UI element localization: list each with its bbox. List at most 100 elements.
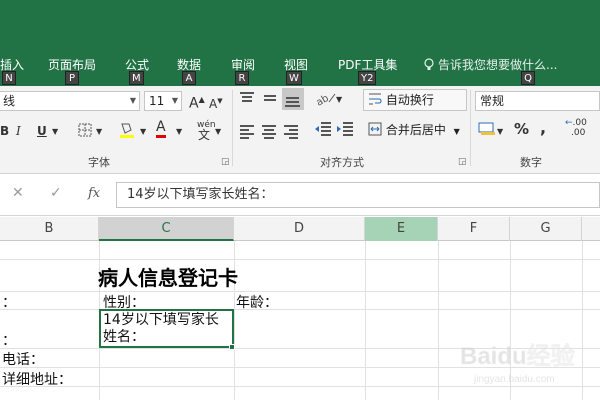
paint-bucket-icon bbox=[120, 123, 134, 138]
chevron-down-icon: ▼ bbox=[129, 96, 136, 105]
align-bottom-button[interactable] bbox=[282, 88, 304, 110]
merge-center-label: 合并后居中 bbox=[385, 123, 446, 137]
watermark-sub: jingyan.baidu.com bbox=[473, 374, 555, 385]
cell-b-row3[interactable]: ： bbox=[2, 330, 16, 350]
keytip-formulas: M bbox=[129, 71, 144, 85]
accounting-format-button[interactable] bbox=[478, 120, 496, 141]
wrap-text-button[interactable]: 自动换行 bbox=[363, 89, 467, 111]
watermark-text: Baidu经验 bbox=[460, 342, 575, 370]
ribbon: 线 ▼ 11 ▼ A▲ A▼ B I U ▼ ▼ ▼ A ▼ wén 文 ▼ 字… bbox=[0, 86, 600, 174]
tell-me-text: 告诉我您想要做什么... bbox=[438, 58, 558, 72]
grid-line bbox=[0, 259, 600, 260]
align-right-button[interactable] bbox=[284, 125, 300, 139]
align-left-button[interactable] bbox=[240, 125, 256, 139]
tell-me-search[interactable]: 告诉我您想要做什么... bbox=[424, 56, 600, 73]
font-name-value: 线 bbox=[3, 94, 16, 108]
chevron-down-icon[interactable]: ▼ bbox=[497, 123, 503, 141]
baidu-watermark: Baidu经验 jingyan.baidu.com bbox=[460, 330, 590, 390]
ribbon-separator bbox=[470, 90, 471, 166]
percent-style-button[interactable]: % bbox=[514, 120, 529, 138]
grid-line bbox=[438, 241, 439, 400]
active-cell-text: 14岁以下填写家长姓名： bbox=[103, 312, 219, 345]
border-icon bbox=[78, 123, 92, 137]
font-size-dropdown[interactable]: 11 ▼ bbox=[144, 91, 182, 111]
alignment-group-label: 对齐方式 bbox=[320, 156, 364, 169]
formula-input[interactable]: 14岁以下填写家长姓名： bbox=[116, 182, 600, 208]
number-format-value: 常规 bbox=[480, 94, 505, 108]
lightbulb-icon bbox=[424, 58, 434, 70]
increase-indent-button[interactable] bbox=[336, 121, 354, 142]
align-center-button[interactable] bbox=[262, 125, 278, 139]
font-dialog-launcher-icon[interactable]: ◲ bbox=[221, 157, 230, 167]
title-bar bbox=[0, 0, 600, 50]
wrap-text-icon bbox=[369, 93, 382, 105]
keytip-view: W bbox=[286, 71, 302, 85]
merge-cells-icon bbox=[368, 122, 382, 136]
grid-line bbox=[365, 241, 366, 400]
keytip-insert: N bbox=[2, 71, 16, 85]
underline-button[interactable]: U bbox=[37, 122, 47, 140]
column-headers: B C D E F G bbox=[0, 217, 600, 241]
align-middle-button[interactable] bbox=[262, 92, 278, 106]
keytip-tell-me: Q bbox=[521, 71, 535, 85]
column-header-f[interactable]: F bbox=[438, 217, 510, 241]
comma-style-button[interactable]: , bbox=[540, 119, 546, 137]
sheet-title[interactable]: 病人信息登记卡 bbox=[98, 262, 238, 291]
borders-button[interactable] bbox=[78, 123, 92, 142]
chevron-down-icon: ▼ bbox=[453, 127, 460, 136]
chevron-down-icon[interactable]: ▼ bbox=[176, 123, 182, 141]
currency-icon bbox=[478, 122, 495, 135]
formula-bar: ✕ ✓ fx 14岁以下填写家长姓名： bbox=[0, 174, 600, 216]
baidu-paw-logo: Baidu经验 jingyan.baidu.com bbox=[460, 342, 575, 385]
phonetic-guide-glyph: 文 bbox=[198, 128, 211, 142]
column-header-e[interactable]: E bbox=[365, 217, 438, 241]
font-name-dropdown[interactable]: 线 ▼ bbox=[0, 91, 140, 111]
column-header-d[interactable]: D bbox=[234, 217, 365, 241]
number-group-label: 数字 bbox=[520, 156, 542, 169]
enter-icon[interactable]: ✓ bbox=[50, 185, 62, 201]
formula-controls: ✕ ✓ fx bbox=[0, 182, 112, 208]
shrink-font-button[interactable]: A▼ bbox=[209, 92, 223, 113]
keytip-data: A bbox=[182, 71, 196, 85]
wrap-text-label: 自动换行 bbox=[385, 93, 434, 107]
keytip-pdf-tools: Y2 bbox=[358, 71, 377, 85]
keytip-review: R bbox=[235, 71, 249, 85]
active-cell[interactable]: 14岁以下填写家长姓名： bbox=[99, 309, 234, 348]
font-size-value: 11 bbox=[149, 94, 165, 108]
keytip-page-layout: P bbox=[65, 71, 79, 85]
ribbon-separator bbox=[232, 90, 233, 166]
number-format-dropdown[interactable]: 常规 bbox=[475, 91, 600, 111]
align-top-button[interactable] bbox=[240, 92, 256, 106]
increase-indent-icon bbox=[337, 122, 353, 136]
column-header-b[interactable]: B bbox=[0, 217, 99, 241]
insert-function-icon[interactable]: fx bbox=[88, 186, 100, 201]
bold-button[interactable]: B bbox=[0, 122, 9, 140]
grow-font-button[interactable]: A▲ bbox=[189, 91, 205, 113]
italic-button[interactable]: I bbox=[16, 122, 21, 140]
chevron-down-icon[interactable]: ▼ bbox=[336, 91, 342, 109]
grid-line bbox=[0, 291, 600, 292]
svg-text:ab: ab bbox=[315, 93, 331, 106]
merge-center-button[interactable]: 合并后居中 ▼ bbox=[363, 119, 467, 141]
font-color-button[interactable]: A bbox=[156, 119, 166, 138]
cell-b-row2[interactable]: ： bbox=[2, 292, 16, 312]
column-header-c[interactable]: C bbox=[99, 217, 234, 241]
chevron-down-icon[interactable]: ▼ bbox=[215, 123, 221, 141]
decrease-indent-button[interactable] bbox=[314, 121, 332, 142]
cell-age-label[interactable]: 年龄： bbox=[236, 292, 278, 312]
cancel-icon[interactable]: ✕ bbox=[12, 185, 24, 201]
grid-line bbox=[0, 309, 600, 310]
chevron-down-icon: ▼ bbox=[171, 96, 178, 105]
chevron-down-icon[interactable]: ▼ bbox=[140, 123, 146, 141]
font-group-label: 字体 bbox=[88, 156, 110, 169]
chevron-down-icon[interactable]: ▼ bbox=[96, 123, 102, 141]
increase-decimal-button[interactable]: ←.00.00 bbox=[565, 118, 587, 138]
fill-handle[interactable] bbox=[229, 344, 235, 350]
cell-address-label[interactable]: 详细地址： bbox=[2, 369, 72, 389]
fill-color-button[interactable] bbox=[119, 121, 135, 144]
chevron-down-icon[interactable]: ▼ bbox=[52, 123, 58, 141]
decrease-indent-icon bbox=[315, 122, 331, 136]
column-header-g[interactable]: G bbox=[510, 217, 582, 241]
cell-phone-label[interactable]: 电话： bbox=[2, 349, 44, 369]
alignment-dialog-launcher-icon[interactable]: ◲ bbox=[458, 157, 467, 167]
